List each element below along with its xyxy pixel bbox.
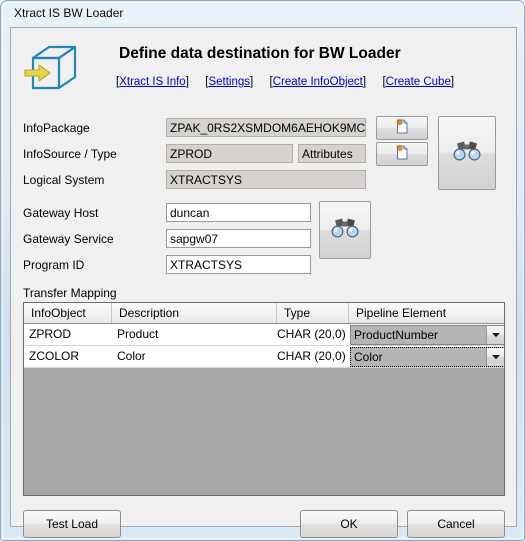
transfer-mapping-grid[interactable]: InfoObject Description Type Pipeline Ele… — [23, 302, 505, 496]
infosource-label: InfoSource / Type — [23, 147, 117, 161]
gateway-service-field[interactable]: sapgw07 — [166, 229, 311, 248]
link-xtract-is-info[interactable]: Xtract IS Info — [119, 76, 185, 88]
infopackage-field[interactable]: ZPAK_0RS2XSMDOM6AEHOK9MC0IG — [166, 118, 366, 137]
link-create-infoobject[interactable]: Create InfoObject — [273, 76, 363, 88]
bracket-close: ] — [450, 76, 455, 88]
document-new-icon — [394, 118, 410, 138]
bracket-close: ] — [250, 76, 254, 88]
cancel-button[interactable]: Cancel — [407, 510, 505, 538]
cell-type[interactable]: CHAR (20,0) — [277, 324, 349, 345]
gateway-host-label: Gateway Host — [23, 206, 99, 220]
cell-description[interactable]: Color — [112, 346, 277, 367]
bracket-close: ] — [362, 76, 367, 88]
ok-button[interactable]: OK — [300, 510, 398, 538]
link-group-create-infoobject: [Create InfoObject] — [270, 76, 367, 88]
cube-import-icon — [23, 40, 85, 98]
dialog-client-area: Define data destination for BW Loader [X… — [10, 27, 517, 538]
pipeline-element-value: Color — [354, 350, 383, 364]
window-title: Xtract IS BW Loader — [14, 6, 124, 20]
column-header-type[interactable]: Type — [277, 303, 349, 323]
link-create-cube[interactable]: Create Cube — [386, 76, 451, 88]
infosource-type-field[interactable]: Attributes — [298, 144, 366, 163]
link-group-create-cube: [Create Cube] — [382, 76, 454, 88]
infopackage-browse-button[interactable] — [376, 116, 428, 140]
grid-header-row: InfoObject Description Type Pipeline Ele… — [24, 303, 504, 324]
header-link-bar: [Xtract IS Info] [Settings] [Create Info… — [116, 74, 496, 88]
dialog-window: Xtract IS BW Loader Define data destinat… — [0, 0, 525, 541]
program-id-label: Program ID — [23, 258, 85, 272]
bracket-close: ] — [185, 76, 189, 88]
column-header-description[interactable]: Description — [112, 303, 277, 323]
binoculars-icon — [450, 140, 484, 167]
destination-search-button[interactable] — [438, 116, 496, 190]
cell-pipeline-element-combo[interactable]: ProductNumber — [350, 325, 504, 345]
chevron-down-icon[interactable] — [486, 326, 504, 344]
column-header-pipeline-element[interactable]: Pipeline Element — [349, 303, 504, 323]
pipeline-element-value: ProductNumber — [354, 328, 439, 342]
binoculars-icon — [328, 217, 362, 244]
program-id-field[interactable]: XTRACTSYS — [166, 255, 311, 274]
transfer-mapping-label: Transfer Mapping — [23, 286, 117, 300]
infosource-browse-button[interactable] — [376, 142, 428, 166]
table-row[interactable]: ZCOLOR Color CHAR (20,0) Color — [24, 346, 504, 368]
link-group-settings: [Settings] — [205, 76, 253, 88]
link-settings[interactable]: Settings — [208, 76, 250, 88]
column-header-infoobject[interactable]: InfoObject — [24, 303, 112, 323]
cell-pipeline-element-combo[interactable]: Color — [350, 347, 504, 367]
table-row[interactable]: ZPROD Product CHAR (20,0) ProductNumber — [24, 324, 504, 346]
cell-infoobject[interactable]: ZPROD — [24, 324, 112, 345]
cell-type[interactable]: CHAR (20,0) — [277, 346, 349, 367]
page-title: Define data destination for BW Loader — [119, 45, 401, 62]
test-load-button[interactable]: Test Load — [23, 510, 121, 538]
gateway-service-label: Gateway Service — [23, 232, 114, 246]
logical-system-field[interactable]: XTRACTSYS — [166, 170, 366, 189]
infosource-field[interactable]: ZPROD — [166, 144, 293, 163]
cell-description[interactable]: Product — [112, 324, 277, 345]
logical-system-label: Logical System — [23, 173, 105, 187]
infopackage-label: InfoPackage — [23, 121, 90, 135]
titlebar[interactable]: Xtract IS BW Loader — [1, 1, 525, 27]
gateway-host-field[interactable]: duncan — [166, 203, 311, 222]
chevron-down-icon[interactable] — [486, 348, 504, 366]
cell-infoobject[interactable]: ZCOLOR — [24, 346, 112, 367]
gateway-search-button[interactable] — [319, 201, 371, 259]
document-new-icon — [394, 144, 410, 164]
link-group-xtract-is-info: [Xtract IS Info] — [116, 76, 189, 88]
